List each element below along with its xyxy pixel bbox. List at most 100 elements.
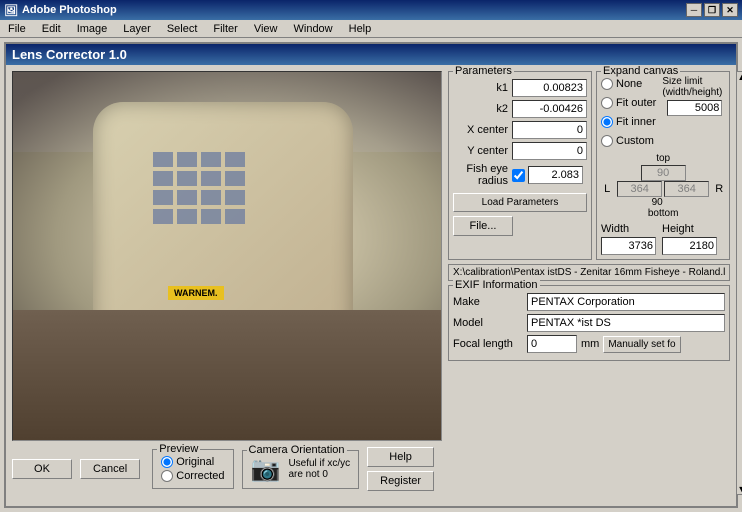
ok-button[interactable]: OK <box>12 459 72 479</box>
lrtb-mid: L R <box>601 181 725 197</box>
menu-view[interactable]: View <box>250 22 282 36</box>
menu-help[interactable]: Help <box>345 22 376 36</box>
lr-value: 90 <box>652 197 663 208</box>
original-radio[interactable] <box>161 456 173 468</box>
menu-edit[interactable]: Edit <box>38 22 65 36</box>
camera-icon: 📷 <box>251 455 281 484</box>
fisheye-input[interactable] <box>528 166 583 184</box>
none-radio[interactable] <box>601 78 613 90</box>
exif-group-title: EXIF Information <box>453 279 540 291</box>
size-label: Size limit(width/height) <box>662 76 722 98</box>
k1-input[interactable] <box>512 79 587 97</box>
plugin-window: Lens Corrector 1.0 WARNEM. <box>4 42 738 508</box>
register-button[interactable]: Register <box>367 471 434 491</box>
parameters-group-title: Parameters <box>453 65 514 77</box>
top-input[interactable] <box>641 165 686 181</box>
height-label: Height <box>662 223 717 235</box>
k2-input[interactable] <box>512 100 587 118</box>
load-parameters-button[interactable]: Load Parameters <box>453 193 587 212</box>
expand-radio-col: None Fit outer Fit inner <box>601 76 656 149</box>
help-button[interactable]: Help <box>367 447 434 467</box>
height-col: Height <box>662 223 717 255</box>
corrected-radio[interactable] <box>161 470 173 482</box>
left-input[interactable] <box>617 181 662 197</box>
custom-label: Custom <box>616 135 654 147</box>
model-input[interactable] <box>527 314 725 332</box>
manually-set-button[interactable]: Manually set fo <box>603 336 680 353</box>
camera-group-title: Camera Orientation <box>247 444 347 456</box>
app-title: Adobe Photoshop <box>22 4 117 16</box>
size-input[interactable] <box>667 100 722 116</box>
scrollbar[interactable]: ▲ ▼ <box>736 71 742 495</box>
r-label: R <box>713 183 725 195</box>
sign: WARNEM. <box>168 286 224 300</box>
expand-inner: None Fit outer Fit inner <box>601 76 725 149</box>
title-bar: 🖼 Adobe Photoshop ─ ❐ ✕ <box>0 0 742 20</box>
ycenter-input[interactable] <box>512 142 587 160</box>
menu-window[interactable]: Window <box>290 22 337 36</box>
plugin-title: Lens Corrector 1.0 <box>6 44 736 65</box>
plugin-body: WARNEM. OK Cancel Preview Original Corre… <box>6 65 736 501</box>
width-col: Width <box>601 223 656 255</box>
fisheye-label: Fish eyeradius <box>453 163 508 187</box>
custom-radio[interactable] <box>601 135 613 147</box>
menu-file[interactable]: File <box>4 22 30 36</box>
xcenter-input[interactable] <box>512 121 587 139</box>
fit-outer-radio-label[interactable]: Fit outer <box>601 97 656 109</box>
fit-inner-label: Fit inner <box>616 116 656 128</box>
preview-group: Preview Original Corrected <box>152 449 233 489</box>
scroll-up-button[interactable]: ▲ <box>737 72 742 82</box>
lrtb-pair <box>617 181 709 197</box>
size-col: Size limit(width/height) <box>662 76 722 149</box>
fisheye-checkbox[interactable] <box>512 169 525 182</box>
make-input[interactable] <box>527 293 725 311</box>
menu-image[interactable]: Image <box>73 22 112 36</box>
make-label: Make <box>453 296 523 308</box>
ycenter-row: Y center <box>453 142 587 160</box>
fit-inner-radio[interactable] <box>601 116 613 128</box>
focal-input[interactable] <box>527 335 577 353</box>
menu-select[interactable]: Select <box>163 22 202 36</box>
file-button[interactable]: File... <box>453 216 513 236</box>
close-button[interactable]: ✕ <box>722 3 738 17</box>
custom-radio-label[interactable]: Custom <box>601 135 656 147</box>
k1-row: k1 <box>453 79 587 97</box>
camera-group: Camera Orientation 📷 Useful if xc/ycare … <box>242 450 360 489</box>
fit-outer-radio[interactable] <box>601 97 613 109</box>
expand-canvas-group: Expand canvas None Fit outer <box>596 71 730 260</box>
lr-value-label: 90 <box>652 197 663 208</box>
top-groups-row: Parameters k1 k2 X center Y center <box>448 71 730 260</box>
k2-row: k2 <box>453 100 587 118</box>
expand-canvas-title: Expand canvas <box>601 65 680 77</box>
bottom-controls-row: OK Cancel Preview Original Corrected Cam… <box>12 447 442 491</box>
width-label: Width <box>601 223 656 235</box>
fit-inner-radio-label[interactable]: Fit inner <box>601 116 656 128</box>
fit-outer-label: Fit outer <box>616 97 656 109</box>
menu-filter[interactable]: Filter <box>209 22 241 36</box>
none-radio-label[interactable]: None <box>601 78 656 90</box>
image-preview: WARNEM. <box>12 71 442 441</box>
lrtb-top: top <box>641 153 686 181</box>
original-radio-label[interactable]: Original <box>161 456 224 468</box>
corrected-radio-label[interactable]: Corrected <box>161 470 224 482</box>
lrtb-area: top L R 90 <box>601 153 725 219</box>
scroll-down-button[interactable]: ▼ <box>737 484 742 494</box>
bottom-label: bottom <box>648 208 679 219</box>
menu-layer[interactable]: Layer <box>119 22 155 36</box>
fisheye-checkbox-group <box>512 166 583 184</box>
right-input[interactable] <box>664 181 709 197</box>
ground-bg <box>13 310 441 440</box>
title-bar-buttons: ─ ❐ ✕ <box>686 3 738 17</box>
minimize-button[interactable]: ─ <box>686 3 702 17</box>
xcenter-row: X center <box>453 121 587 139</box>
fisheye-row: Fish eyeradius <box>453 163 587 187</box>
corrected-label: Corrected <box>176 470 224 482</box>
menu-bar: File Edit Image Layer Select Filter View… <box>0 20 742 38</box>
height-input[interactable] <box>662 237 717 255</box>
restore-button[interactable]: ❐ <box>704 3 720 17</box>
top-label: top <box>656 153 670 164</box>
camera-text: Useful if xc/ycare not 0 <box>288 458 350 480</box>
cancel-button[interactable]: Cancel <box>80 459 140 479</box>
model-label: Model <box>453 317 523 329</box>
width-input[interactable] <box>601 237 656 255</box>
